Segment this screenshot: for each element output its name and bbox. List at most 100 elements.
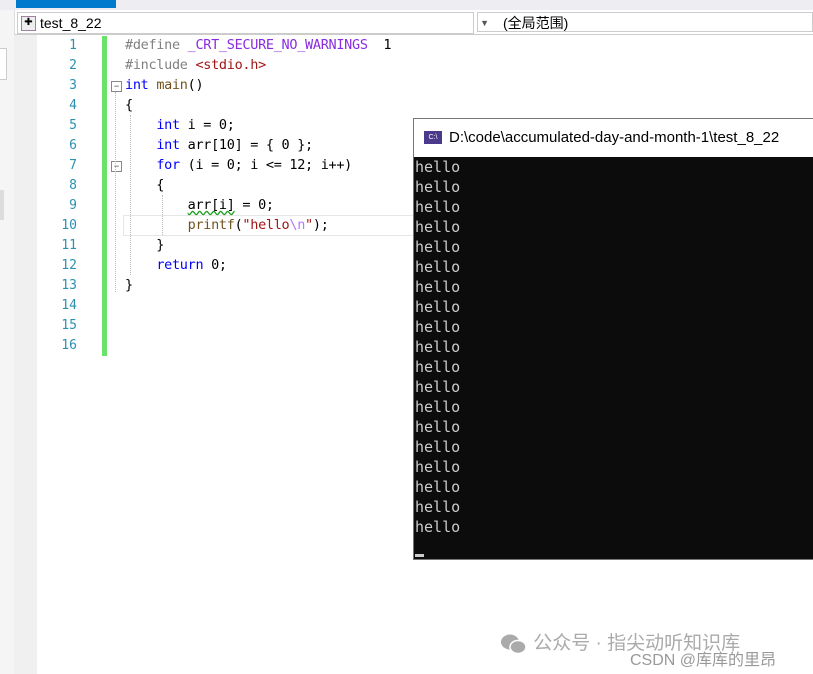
scope-dropdown[interactable]: (全局范围) xyxy=(477,12,813,32)
console-line: hello xyxy=(415,238,461,256)
collapse-icon[interactable]: − xyxy=(111,81,122,92)
left-panel xyxy=(0,10,15,674)
code-line: arr[i] = 0; xyxy=(125,197,274,213)
code-line: int arr[10] = { 0 }; xyxy=(125,137,313,153)
console-line: hello xyxy=(415,338,461,356)
code-line: int main() xyxy=(125,77,204,93)
code-token: \n xyxy=(289,217,306,233)
code-token: arr[i] xyxy=(187,197,235,213)
line-number: 6 xyxy=(69,138,77,153)
project-icon: ✚ xyxy=(21,16,36,31)
csdn-watermark: CSDN @库库的里昂 xyxy=(630,652,777,669)
code-token: ); xyxy=(312,217,329,233)
line-number: 14 xyxy=(61,298,77,313)
console-title: D:\code\accumulated-day-and-month-1\test… xyxy=(449,129,780,146)
code-token: for xyxy=(156,157,180,173)
code-token: return xyxy=(156,257,204,273)
line-number: 12 xyxy=(61,258,77,273)
line-number: 16 xyxy=(61,338,77,353)
change-indicator xyxy=(102,36,107,356)
collapse-icon[interactable]: − xyxy=(111,161,122,172)
code-token: 0; xyxy=(203,257,227,273)
console-line: hello xyxy=(415,398,461,416)
console-window[interactable]: C:\ D:\code\accumulated-day-and-month-1\… xyxy=(413,118,813,560)
console-line: hello xyxy=(415,178,461,196)
code-token: _CRT_SECURE_NO_WARNINGS xyxy=(187,37,368,53)
code-line: { xyxy=(125,97,133,113)
code-token: i = 0; xyxy=(179,117,235,133)
console-line: hello xyxy=(415,198,461,216)
console-output: hello hello hello hello hello hello hello hello… xyxy=(414,157,813,537)
code-token: main xyxy=(156,77,188,93)
navigation-bar: ✚ test_8_22 ▼ (全局范围) xyxy=(15,10,813,35)
line-number: 13 xyxy=(61,278,77,293)
console-line: hello xyxy=(415,418,461,436)
line-number: 3 xyxy=(69,78,77,93)
code-token: int xyxy=(125,77,149,93)
console-line: hello xyxy=(415,318,461,336)
console-line: hello xyxy=(415,218,461,236)
line-number: 7 xyxy=(69,158,77,173)
code-token: { xyxy=(125,97,133,113)
active-document-tab[interactable] xyxy=(16,0,116,8)
line-number: 5 xyxy=(69,118,77,133)
console-line: hello xyxy=(415,358,461,376)
code-token: (i = 0; i <= 12; i++) xyxy=(179,157,353,173)
code-token: #define xyxy=(125,37,188,53)
code-line: } xyxy=(125,237,164,253)
code-line: } xyxy=(125,277,133,293)
code-token: () xyxy=(187,77,204,93)
tab-strip xyxy=(0,0,813,10)
console-line: hello xyxy=(415,478,461,496)
code-token: } xyxy=(125,237,165,253)
code-token: } xyxy=(125,277,133,293)
wechat-icon xyxy=(501,634,527,655)
code-token: = 0; xyxy=(234,197,274,213)
project-name: test_8_22 xyxy=(40,15,102,31)
code-line: #define _CRT_SECURE_NO_WARNINGS 1 xyxy=(125,37,391,53)
console-line: hello xyxy=(415,458,461,476)
code-token: 1 xyxy=(367,37,392,53)
console-line: hello xyxy=(415,438,461,456)
code-token: <stdio.h> xyxy=(195,57,266,73)
console-title-bar[interactable]: C:\ D:\code\accumulated-day-and-month-1\… xyxy=(414,119,813,157)
line-number: 11 xyxy=(61,238,77,253)
console-line: hello xyxy=(415,298,461,316)
console-line: hello xyxy=(415,378,461,396)
line-number: 1 xyxy=(69,38,77,53)
console-line: hello xyxy=(415,258,461,276)
outline-guide xyxy=(115,92,116,292)
console-cursor xyxy=(415,554,424,557)
editor-gutter xyxy=(14,35,37,674)
console-line: hello xyxy=(415,518,461,536)
code-token: int xyxy=(156,117,180,133)
code-token: #include xyxy=(125,57,196,73)
console-icon: C:\ xyxy=(424,131,442,144)
code-line: printf("hello\n"); xyxy=(125,217,329,233)
line-number: 15 xyxy=(61,318,77,333)
code-line: return 0; xyxy=(125,257,227,273)
line-number: 10 xyxy=(61,218,77,233)
line-number: 4 xyxy=(69,98,77,113)
code-token: int xyxy=(156,137,180,153)
project-dropdown[interactable]: ✚ test_8_22 ▼ xyxy=(17,12,489,34)
line-number: 9 xyxy=(69,198,77,213)
console-line: hello xyxy=(415,278,461,296)
code-token: printf xyxy=(187,217,235,233)
code-token: arr[10] = { 0 }; xyxy=(179,137,314,153)
code-token: " xyxy=(305,217,313,233)
code-line: #include <stdio.h> xyxy=(125,57,266,73)
code-line: { xyxy=(125,177,164,193)
code-line: int i = 0; xyxy=(125,117,235,133)
code-line: for (i = 0; i <= 12; i++) xyxy=(125,157,352,173)
console-line: hello xyxy=(415,158,461,176)
line-number: 2 xyxy=(69,58,77,73)
code-token: { xyxy=(125,177,165,193)
line-number: 8 xyxy=(69,178,77,193)
